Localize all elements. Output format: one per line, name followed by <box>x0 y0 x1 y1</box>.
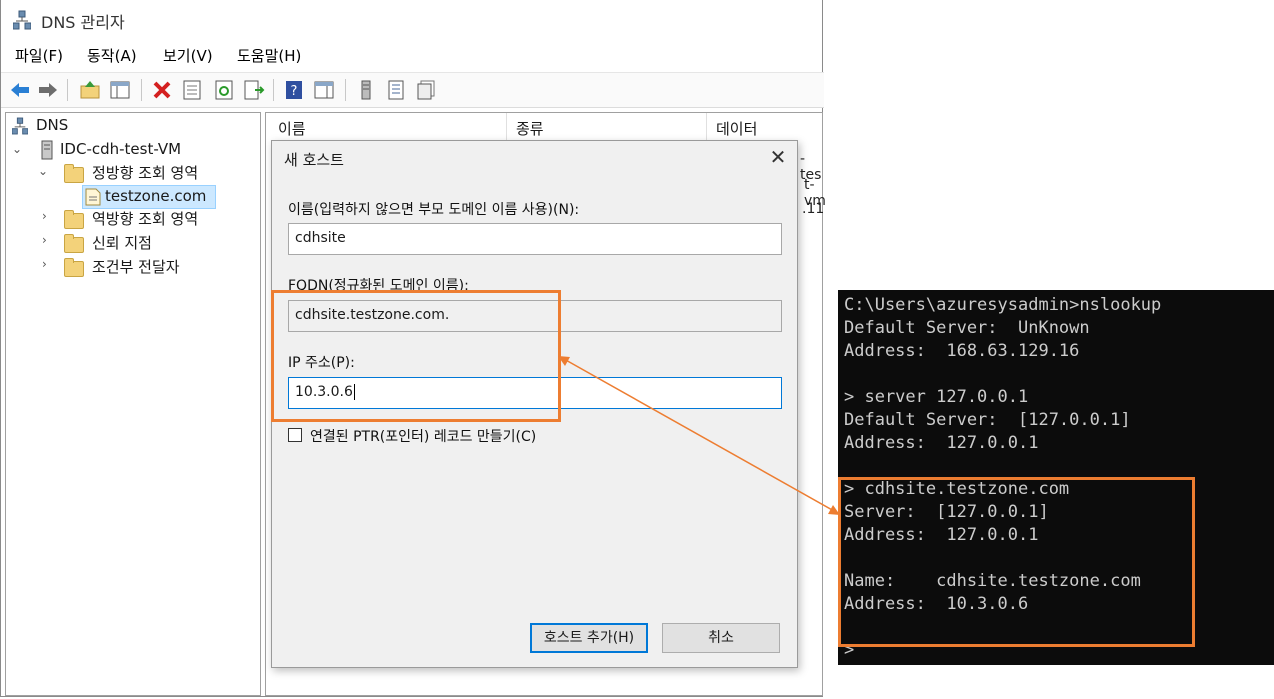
toolbar-separator <box>345 79 346 101</box>
tree-item-label: 역방향 조회 영역 <box>92 210 199 228</box>
console-line: > server 127.0.0.1 <box>844 387 1029 407</box>
dialog-title: 새 호스트 <box>284 151 344 169</box>
annotation-arrow <box>558 356 840 515</box>
toolbar: ? <box>1 72 824 108</box>
nslookup-result-highlight-box <box>838 477 1195 647</box>
toolbar-separator <box>141 79 142 101</box>
column-divider[interactable] <box>506 113 507 141</box>
zone-file-icon <box>85 188 101 206</box>
toolbar-separator <box>273 79 274 101</box>
chevron-right-icon[interactable]: › <box>42 209 47 223</box>
console-tree: DNS ⌄ IDC-cdh-test-VM ⌄ 정방향 조회 영역 testzo… <box>5 112 261 696</box>
close-icon[interactable]: ✕ <box>766 145 790 169</box>
column-divider[interactable] <box>706 113 707 141</box>
tree-item-label: IDC-cdh-test-VM <box>60 140 182 158</box>
add-host-button[interactable]: 호스트 추가(H) <box>530 623 648 653</box>
show-pane-icon[interactable] <box>313 79 335 101</box>
properties-icon[interactable] <box>181 79 203 101</box>
show-hide-tree-icon[interactable] <box>109 79 131 101</box>
tree-item-label: 신뢰 지점 <box>92 234 152 252</box>
folder-icon <box>64 258 84 277</box>
delete-icon[interactable] <box>151 79 173 101</box>
title-bar: DNS 관리자 <box>1 0 824 40</box>
server-icon[interactable] <box>355 79 377 101</box>
dns-icon <box>12 117 28 135</box>
back-icon[interactable] <box>9 79 31 101</box>
console-line: Default Server: [127.0.0.1] <box>844 410 1131 430</box>
export-list-icon[interactable] <box>243 79 265 101</box>
console-line: C:\Users\azuresysadmin>nslookup <box>844 295 1162 315</box>
tree-item-label: DNS <box>36 116 69 134</box>
console-line: Address: 168.63.129.16 <box>844 341 1080 361</box>
svg-text:?: ? <box>291 84 298 99</box>
menu-bar: 파일(F) 동작(A) 보기(V) 도움말(H) <box>1 42 824 68</box>
help-icon[interactable]: ? <box>283 79 305 101</box>
tree-item-label: testzone.com <box>105 187 207 205</box>
folder-icon <box>64 164 84 183</box>
fqdn-ip-highlight-box <box>271 290 561 422</box>
menu-view[interactable]: 보기(V) <box>163 45 213 66</box>
chevron-down-icon[interactable]: ⌄ <box>12 142 22 156</box>
chevron-down-icon[interactable]: ⌄ <box>38 164 48 178</box>
tree-item-label: 조건부 전달자 <box>92 258 180 276</box>
column-header-type[interactable]: 종류 <box>516 118 544 139</box>
copy-icon[interactable] <box>415 79 437 101</box>
chevron-right-icon[interactable]: › <box>42 233 47 247</box>
toolbar-separator <box>67 79 68 101</box>
ptr-checkbox-label[interactable]: 연결된 PTR(포인터) 레코드 만들기(C) <box>310 426 536 446</box>
console-line: Default Server: UnKnown <box>844 318 1090 338</box>
name-label: 이름(입력하지 않으면 부모 도메인 이름 사용)(N): <box>288 202 580 218</box>
tree-item-label: 정방향 조회 영역 <box>92 164 199 182</box>
cancel-button[interactable]: 취소 <box>662 623 780 653</box>
menu-action[interactable]: 동작(A) <box>87 45 137 66</box>
column-header-name[interactable]: 이름 <box>278 118 306 139</box>
chevron-right-icon[interactable]: › <box>42 257 47 271</box>
name-input[interactable]: cdhsite <box>288 223 782 255</box>
list-icon[interactable] <box>385 79 407 101</box>
column-header-data[interactable]: 데이터 <box>716 118 757 139</box>
ptr-checkbox[interactable] <box>288 428 302 442</box>
up-folder-icon[interactable] <box>79 79 101 101</box>
refresh-icon[interactable] <box>213 79 235 101</box>
tree-item-zone-selected[interactable]: testzone.com <box>82 185 216 209</box>
window-title: DNS 관리자 <box>41 13 125 32</box>
folder-icon <box>64 234 84 253</box>
menu-help[interactable]: 도움말(H) <box>237 45 301 66</box>
menu-file[interactable]: 파일(F) <box>15 45 63 66</box>
list-cell-partial: .11 <box>802 201 825 217</box>
server-icon <box>41 140 53 160</box>
folder-icon <box>64 210 84 229</box>
console-line: Address: 127.0.0.1 <box>844 433 1039 453</box>
forward-icon[interactable] <box>37 79 59 101</box>
dns-app-icon <box>13 10 31 30</box>
